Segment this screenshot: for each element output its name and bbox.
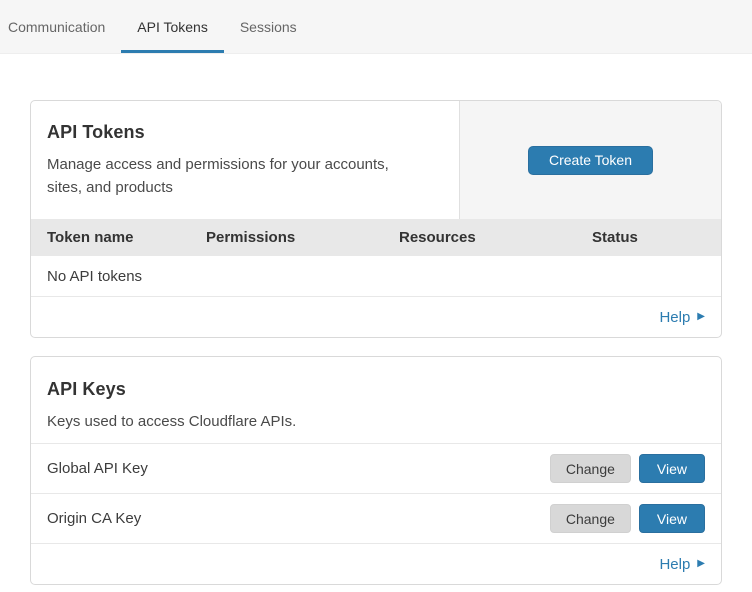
api-keys-card-footer: Help ▶ [31, 544, 721, 584]
view-origin-ca-key-button[interactable]: View [639, 504, 705, 533]
api-key-name: Origin CA Key [47, 510, 550, 527]
help-arrow-icon: ▶ [697, 312, 705, 322]
tab-communication[interactable]: Communication [0, 0, 121, 53]
column-header-resources: Resources [383, 229, 576, 246]
column-header-status: Status [576, 229, 721, 246]
api-tokens-card-header-text: API Tokens Manage access and permissions… [31, 101, 460, 219]
api-key-name: Global API Key [47, 460, 550, 477]
column-header-token-name: Token name [31, 229, 190, 246]
api-tokens-subtitle: Manage access and permissions for your a… [47, 153, 417, 199]
change-origin-ca-key-button[interactable]: Change [550, 504, 631, 533]
create-token-button[interactable]: Create Token [528, 146, 653, 175]
help-link-label: Help [659, 556, 690, 573]
api-keys-subtitle: Keys used to access Cloudflare APIs. [47, 410, 417, 433]
api-key-row-origin-ca: Origin CA Key Change View [31, 494, 721, 544]
help-arrow-icon: ▶ [697, 559, 705, 569]
api-keys-title: API Keys [47, 379, 705, 400]
change-global-api-key-button[interactable]: Change [550, 454, 631, 483]
api-tokens-card-footer: Help ▶ [31, 297, 721, 337]
help-link-label: Help [659, 309, 690, 326]
column-header-permissions: Permissions [190, 229, 383, 246]
api-keys-help-link[interactable]: Help ▶ [659, 556, 705, 573]
api-tokens-help-link[interactable]: Help ▶ [659, 309, 705, 326]
api-keys-card: API Keys Keys used to access Cloudflare … [30, 356, 722, 585]
api-tokens-card-action-panel: Create Token [460, 101, 721, 219]
tab-api-tokens[interactable]: API Tokens [121, 0, 224, 53]
api-key-row-global: Global API Key Change View [31, 444, 721, 494]
api-tokens-card-header: API Tokens Manage access and permissions… [31, 101, 721, 219]
api-keys-card-header: API Keys Keys used to access Cloudflare … [31, 357, 721, 444]
api-tokens-title: API Tokens [47, 122, 443, 143]
token-table-header-row: Token name Permissions Resources Status [31, 219, 721, 256]
token-table-empty-row: No API tokens [31, 256, 721, 297]
tab-bar: Communication API Tokens Sessions [0, 0, 752, 54]
api-tokens-card: API Tokens Manage access and permissions… [30, 100, 722, 338]
view-global-api-key-button[interactable]: View [639, 454, 705, 483]
main-content: API Tokens Manage access and permissions… [30, 100, 722, 585]
tab-sessions[interactable]: Sessions [224, 0, 313, 53]
